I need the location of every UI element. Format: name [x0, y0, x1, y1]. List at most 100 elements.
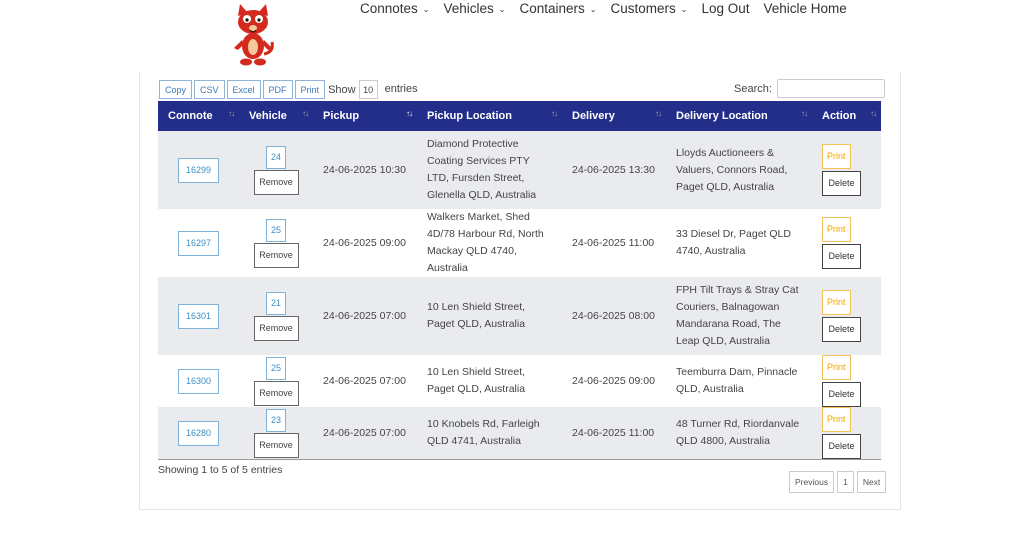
header-label: Vehicle [249, 110, 287, 122]
header-label: Pickup Location [427, 110, 512, 122]
header-label: Delivery [572, 110, 615, 122]
delete-button[interactable]: Delete [822, 317, 861, 342]
next-page-button[interactable]: Next [856, 471, 887, 493]
vehicle-button[interactable]: 24 [265, 145, 286, 169]
print-button[interactable]: Print [822, 144, 851, 169]
search-label: Search: [734, 82, 772, 95]
search-box: Search: [734, 79, 885, 98]
page-length-select[interactable]: 10 [358, 80, 378, 99]
delivery-time: 24-06-2025 13:30 [572, 163, 655, 176]
sort-arrows-icon: ↑↓ [228, 109, 235, 118]
th-pickup[interactable]: Pickup ↑↓ [313, 101, 417, 131]
th-pickup-location[interactable]: Pickup Location ↑↓ [417, 101, 562, 131]
nav-connotes[interactable]: Connotes ⌄ [360, 1, 430, 16]
th-vehicle[interactable]: Vehicle ↑↓ [239, 101, 313, 131]
excel-button[interactable]: Excel [226, 80, 261, 99]
nav-label: Vehicle Home [763, 1, 847, 16]
table-row: 16297 25 Remove 24-06-2025 09:00 Walkers … [158, 209, 881, 277]
header-label: Pickup [323, 110, 360, 122]
sort-arrows-icon: ↑↓ [551, 109, 558, 118]
pickup-location: 10 Len Shield Street, Paget QLD, Austral… [427, 366, 526, 395]
chevron-down-icon: ⌄ [498, 5, 506, 14]
delivery-location: 33 Diesel Dr, Paget QLD 4740, Australia [676, 228, 791, 257]
table-info: Showing 1 to 5 of 5 entries [158, 464, 283, 476]
th-connote[interactable]: Connote ↑↓ [158, 101, 239, 131]
delete-button[interactable]: Delete [822, 171, 861, 196]
search-input[interactable] [776, 79, 885, 98]
remove-button[interactable]: Remove [253, 242, 299, 268]
th-delivery[interactable]: Delivery ↑↓ [562, 101, 666, 131]
connotes-table: Connote ↑↓ Vehicle ↑↓ Pickup ↑↓ Pickup Loca… [158, 101, 881, 460]
pickup-time: 24-06-2025 07:00 [323, 426, 406, 439]
table-row: 16280 23 Remove 24-06-2025 07:00 10 Knobe… [158, 407, 881, 460]
delete-button[interactable]: Delete [822, 382, 861, 407]
nav-customers[interactable]: Customers ⌄ [611, 1, 688, 16]
print-button[interactable]: Print [822, 407, 851, 432]
th-delivery-location[interactable]: Delivery Location ↑↓ [666, 101, 812, 131]
pickup-time: 24-06-2025 09:00 [323, 236, 406, 249]
nav-label: Containers [519, 1, 585, 16]
pdf-button[interactable]: PDF [262, 80, 293, 99]
delivery-time: 24-06-2025 11:00 [572, 426, 655, 439]
vehicle-button[interactable]: 25 [265, 218, 286, 242]
th-action[interactable]: Action ↑↓ [812, 101, 881, 131]
header-label: Delivery Location [676, 110, 768, 122]
remove-button[interactable]: Remove [253, 432, 299, 458]
remove-button[interactable]: Remove [253, 380, 299, 406]
remove-button[interactable]: Remove [253, 315, 299, 341]
nav-label: Vehicles [443, 1, 494, 16]
pickup-location: 10 Knobels Rd, Farleigh QLD 4741, Austra… [427, 418, 540, 447]
print-export-button[interactable]: Print [294, 80, 326, 99]
table-row: 16299 24 Remove 24-06-2025 10:30 Diamond … [158, 131, 881, 209]
nav-containers[interactable]: Containers ⌄ [520, 1, 597, 16]
previous-page-button[interactable]: Previous [789, 471, 835, 493]
nav-vehicle-home[interactable]: Vehicle Home [764, 1, 847, 16]
delete-button[interactable]: Delete [822, 434, 861, 459]
print-button[interactable]: Print [822, 355, 851, 380]
nav-vehicles[interactable]: Vehicles ⌄ [444, 1, 506, 16]
delivery-time: 24-06-2025 08:00 [572, 309, 655, 322]
sort-arrows-icon: ↑↓ [655, 109, 662, 118]
show-label: Show [328, 83, 356, 96]
chevron-down-icon: ⌄ [589, 5, 597, 14]
copy-button[interactable]: Copy [159, 80, 193, 99]
nav-label: Connotes [360, 1, 418, 16]
header-label: Action [822, 110, 857, 122]
connote-button[interactable]: 16300 [177, 368, 220, 394]
header-label: Connote [168, 110, 213, 122]
vehicle-button[interactable]: 23 [265, 408, 286, 432]
vehicle-button[interactable]: 21 [265, 291, 286, 315]
connote-button[interactable]: 16297 [177, 230, 220, 256]
sort-arrows-icon: ↑↓ [801, 109, 808, 118]
remove-button[interactable]: Remove [253, 169, 299, 195]
table-row: 16301 21 Remove 24-06-2025 07:00 10 Len S… [158, 277, 881, 355]
entries-label: entries [384, 82, 418, 95]
sort-arrows-icon: ↑↓ [302, 109, 309, 118]
chevron-down-icon: ⌄ [422, 5, 430, 14]
vehicle-button[interactable]: 25 [265, 356, 286, 380]
table-header-row: Connote ↑↓ Vehicle ↑↓ Pickup ↑↓ Pickup Loca… [158, 101, 881, 131]
pagination: Previous 1 Next [789, 471, 889, 493]
connote-button[interactable]: 16301 [177, 303, 220, 329]
sort-desc-icon: ↑↓ [406, 109, 413, 118]
delivery-location: 48 Turner Rd, Riordanvale QLD 4800, Aust… [676, 418, 800, 447]
pickup-location: Walkers Market, Shed 4D/78 Harbour Rd, N… [427, 211, 544, 274]
print-button[interactable]: Print [822, 290, 851, 315]
table-row: 16300 25 Remove 24-06-2025 07:00 10 Len S… [158, 355, 881, 407]
delete-button[interactable]: Delete [822, 244, 861, 269]
page-1-button[interactable]: 1 [837, 471, 854, 493]
logo [234, 4, 274, 66]
print-button[interactable]: Print [822, 217, 851, 242]
main-nav: Connotes ⌄ Vehicles ⌄ Containers ⌄ Custo… [360, 1, 861, 16]
delivery-location: FPH Tilt Trays & Stray Cat Couriers, Bal… [676, 284, 799, 347]
connote-button[interactable]: 16280 [177, 420, 220, 446]
sort-arrows-icon: ↑↓ [870, 109, 877, 118]
chevron-down-icon: ⌄ [680, 5, 688, 14]
connote-button[interactable]: 16299 [177, 157, 220, 183]
csv-button[interactable]: CSV [194, 80, 225, 99]
export-toolbar: Copy CSV Excel PDF Print Show 10 entries [159, 80, 418, 99]
delivery-time: 24-06-2025 09:00 [572, 374, 655, 387]
pickup-time: 24-06-2025 07:00 [323, 374, 406, 387]
delivery-location: Lloyds Auctioneers & Valuers, Connors Ro… [676, 146, 788, 193]
nav-log-out[interactable]: Log Out [701, 1, 749, 16]
